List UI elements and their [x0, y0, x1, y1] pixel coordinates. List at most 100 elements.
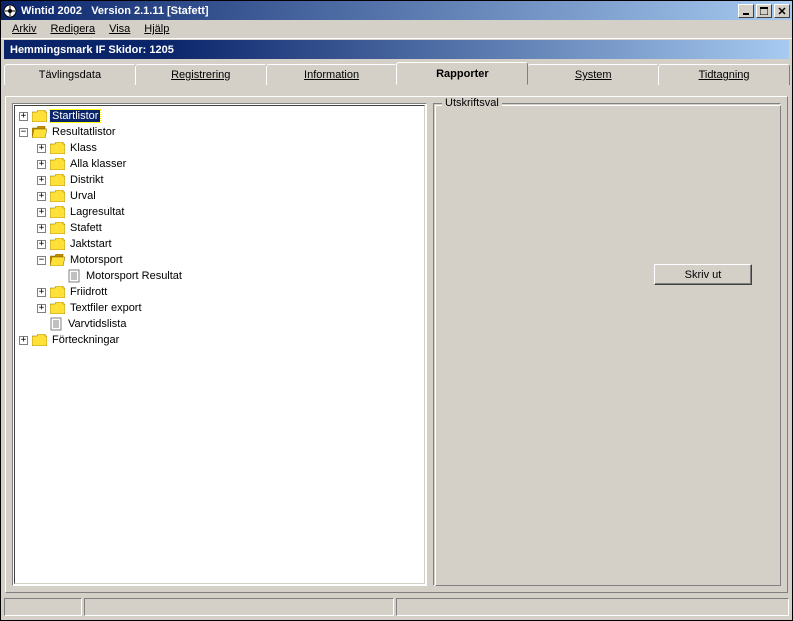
tree-label: Startlistor [50, 110, 100, 122]
status-pane-3 [396, 598, 789, 616]
tab-label: Rapporter [436, 68, 489, 80]
tree-panel: + Startlistor − Resultatlistor [12, 103, 427, 586]
document-icon [50, 317, 63, 331]
expand-icon[interactable]: + [37, 288, 46, 297]
tree-node-resultatlistor[interactable]: − Resultatlistor [19, 124, 422, 140]
tree-label: Resultatlistor [50, 126, 118, 138]
tree-node-textfiler-export[interactable]: + Textfiler export [37, 300, 422, 316]
tab-label: Registrering [171, 69, 230, 81]
tree-node-stafett[interactable]: + Stafett [37, 220, 422, 236]
maximize-button[interactable] [756, 4, 772, 18]
tree-node-motorsport-resultat[interactable]: Motorsport Resultat [55, 268, 422, 284]
tree-node-klass[interactable]: + Klass [37, 140, 422, 156]
tree-label: Distrikt [68, 174, 106, 186]
tree-node-distrikt[interactable]: + Distrikt [37, 172, 422, 188]
minimize-button[interactable] [738, 4, 754, 18]
expand-icon[interactable]: + [37, 160, 46, 169]
tab-label: Information [304, 69, 359, 81]
menu-hjalp[interactable]: Hjälp [137, 21, 176, 37]
expand-icon[interactable]: + [19, 336, 28, 345]
tree-label: Friidrott [68, 286, 109, 298]
tree-node-friidrott[interactable]: + Friidrott [37, 284, 422, 300]
tab-label: Tidtagning [699, 69, 750, 81]
tree-node-startlistor[interactable]: + Startlistor [19, 108, 422, 124]
tree-node-motorsport[interactable]: − Motorsport [37, 252, 422, 268]
tab-strip: Tävlingsdata Registrering Information Ra… [4, 62, 789, 85]
tree-label: Varvtidslista [66, 318, 128, 330]
tree-label: Motorsport [68, 254, 125, 266]
tree-node-urval[interactable]: + Urval [37, 188, 422, 204]
tab-tavlingsdata[interactable]: Tävlingsdata [4, 64, 136, 85]
tree-node-lagresultat[interactable]: + Lagresultat [37, 204, 422, 220]
expand-icon[interactable]: + [19, 112, 28, 121]
tab-registrering[interactable]: Registrering [135, 64, 267, 85]
status-pane-1 [4, 598, 82, 616]
statusbar [4, 598, 789, 618]
folder-icon [32, 334, 47, 346]
menu-label: Arkiv [12, 23, 36, 35]
folder-icon [50, 142, 65, 154]
folder-open-icon [50, 254, 65, 266]
menu-label: Visa [109, 23, 130, 35]
context-bar: Hemmingsmark IF Skidor: 1205 [4, 40, 789, 59]
folder-icon [50, 174, 65, 186]
folder-icon [50, 158, 65, 170]
menu-arkiv[interactable]: Arkiv [5, 21, 43, 37]
collapse-icon[interactable]: − [19, 128, 28, 137]
context-title: Hemmingsmark IF Skidor: 1205 [10, 44, 174, 56]
button-label: Skriv ut [685, 269, 722, 281]
tree-label: Stafett [68, 222, 104, 234]
tree-label: Alla klasser [68, 158, 128, 170]
tab-tidtagning[interactable]: Tidtagning [658, 64, 790, 85]
tree-label: Lagresultat [68, 206, 126, 218]
groupbox-title: Utskriftsval [442, 97, 502, 109]
window-title: Wintid 2002 Version 2.1.11 [Stafett] [21, 5, 736, 17]
collapse-icon[interactable]: − [37, 256, 46, 265]
utskriftsval-groupbox: Utskriftsval Skriv ut [433, 103, 781, 586]
folder-open-icon [32, 126, 47, 138]
folder-icon [50, 302, 65, 314]
expand-icon[interactable]: + [37, 144, 46, 153]
tree-label: Jaktstart [68, 238, 114, 250]
close-button[interactable] [774, 4, 790, 18]
status-pane-2 [84, 598, 394, 616]
menubar: Arkiv Redigera Visa Hjälp [1, 20, 792, 39]
menu-label: Redigera [50, 23, 95, 35]
tab-information[interactable]: Information [266, 64, 398, 85]
report-tree[interactable]: + Startlistor − Resultatlistor [17, 108, 422, 348]
tree-node-varvtidslista[interactable]: Varvtidslista [37, 316, 422, 332]
menu-label: Hjälp [144, 23, 169, 35]
menu-visa[interactable]: Visa [102, 21, 137, 37]
folder-icon [50, 238, 65, 250]
options-panel: Utskriftsval Skriv ut [433, 103, 781, 586]
tree-label: Förteckningar [50, 334, 121, 346]
folder-icon [32, 110, 47, 122]
folder-icon [50, 222, 65, 234]
menu-redigera[interactable]: Redigera [43, 21, 102, 37]
tree-label: Urval [68, 190, 98, 202]
app-icon [3, 4, 17, 18]
tree-node-forteckningar[interactable]: + Förteckningar [19, 332, 422, 348]
tree-label: Textfiler export [68, 302, 144, 314]
expand-icon[interactable]: + [37, 224, 46, 233]
expand-icon[interactable]: + [37, 304, 46, 313]
folder-icon [50, 206, 65, 218]
tree-label: Motorsport Resultat [84, 270, 184, 282]
tree-node-alla-klasser[interactable]: + Alla klasser [37, 156, 422, 172]
skriv-ut-button[interactable]: Skriv ut [654, 264, 752, 285]
tree-label: Klass [68, 142, 99, 154]
tab-label: System [575, 69, 612, 81]
tab-label: Tävlingsdata [39, 69, 101, 81]
folder-icon [50, 190, 65, 202]
tab-system[interactable]: System [527, 64, 659, 85]
expand-icon[interactable]: + [37, 192, 46, 201]
expand-icon[interactable]: + [37, 240, 46, 249]
tree-node-jaktstart[interactable]: + Jaktstart [37, 236, 422, 252]
folder-icon [50, 286, 65, 298]
expand-icon[interactable]: + [37, 176, 46, 185]
expand-icon[interactable]: + [37, 208, 46, 217]
titlebar[interactable]: Wintid 2002 Version 2.1.11 [Stafett] [1, 1, 792, 20]
tab-content: + Startlistor − Resultatlistor [5, 96, 788, 593]
tab-rapporter[interactable]: Rapporter [396, 62, 528, 85]
document-icon [68, 269, 81, 283]
